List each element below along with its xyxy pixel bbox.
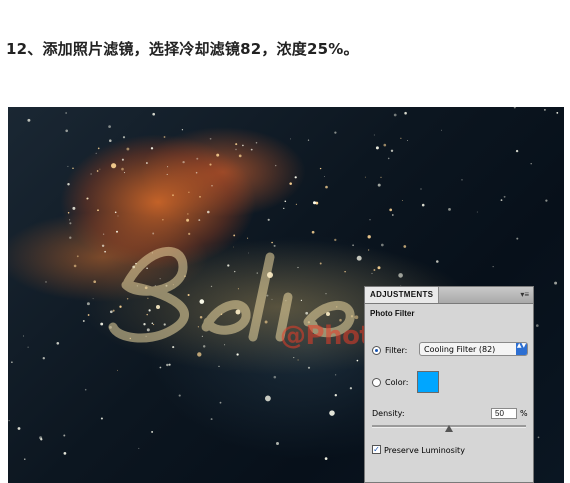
tab-adjustments[interactable]: ADJUSTMENTS bbox=[365, 287, 440, 303]
filter-radio[interactable] bbox=[372, 346, 381, 355]
select-arrows-icon: ▲▼ bbox=[516, 343, 527, 355]
panel-menu-icon[interactable]: ▾≡ bbox=[520, 290, 529, 300]
preserve-luminosity-label: Preserve Luminosity bbox=[384, 446, 465, 455]
filter-select[interactable]: Cooling Filter (82) ▲▼ bbox=[419, 342, 528, 356]
density-input[interactable] bbox=[491, 408, 517, 419]
instruction-heading: 12、添加照片滤镜，选择冷却滤镜82，浓度25%。 bbox=[6, 40, 359, 58]
color-swatch[interactable] bbox=[417, 371, 439, 393]
density-unit: % bbox=[520, 409, 528, 418]
filter-select-value: Cooling Filter (82) bbox=[424, 345, 496, 354]
preserve-luminosity-checkbox[interactable]: ✓ bbox=[372, 445, 381, 454]
filter-label: Filter: bbox=[385, 346, 408, 355]
density-label: Density: bbox=[372, 409, 405, 418]
panel-header: ADJUSTMENTS ▾≡ bbox=[365, 287, 533, 304]
color-label: Color: bbox=[385, 378, 409, 387]
panel-title: Photo Filter bbox=[370, 309, 415, 318]
color-radio[interactable] bbox=[372, 378, 381, 387]
density-slider-thumb[interactable] bbox=[445, 425, 453, 432]
